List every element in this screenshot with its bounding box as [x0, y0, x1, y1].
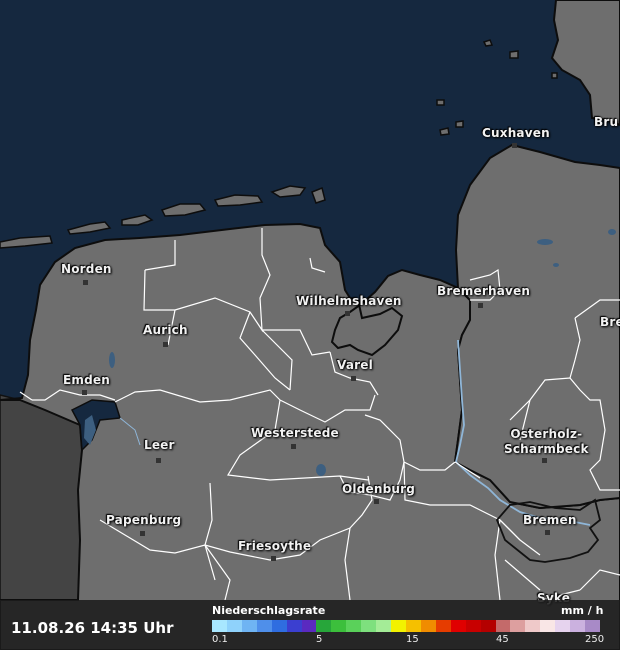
legend-swatch: [361, 620, 377, 632]
legend-tick: 15: [406, 634, 419, 645]
city-label-osterholz-line: Osterholz-: [510, 427, 583, 441]
legend-tick: 45: [496, 634, 509, 645]
city-label-cuxhaven: Cuxhaven: [482, 126, 550, 140]
city-marker-bremerhaven: [478, 303, 483, 308]
city-label-wilhelmshaven: Wilhelmshaven: [296, 294, 402, 308]
legend-swatch: [241, 620, 257, 632]
city-marker-aurich: [163, 342, 168, 347]
legend-swatch: [420, 620, 436, 632]
legend-swatch: [435, 620, 451, 632]
city-marker-oldenburg: [374, 499, 379, 504]
city-marker-varel: [351, 376, 356, 381]
city-label-papenburg: Papenburg: [106, 513, 182, 527]
legend-swatch: [540, 620, 556, 632]
legend-tick: 0.1: [212, 634, 228, 645]
city-marker-osterholz-scharmbeck: [542, 458, 547, 463]
legend-swatch: [376, 620, 392, 632]
precipitation-legend-bar: [212, 620, 600, 632]
legend-swatch: [405, 620, 421, 632]
legend-tick: 250: [585, 634, 605, 645]
legend-swatch: [480, 620, 496, 632]
city-marker-norden: [83, 280, 88, 285]
city-label-friesoythe: Friesoythe: [238, 539, 312, 553]
legend-swatch: [585, 620, 600, 632]
city-label-norden: Norden: [61, 262, 112, 276]
city-marker-friesoythe: [271, 556, 276, 561]
legend-tick: 5: [316, 634, 323, 645]
city-label-emden: Emden: [63, 373, 110, 387]
legend-swatch: [331, 620, 347, 632]
city-label-scharmbeck-line: Scharmbeck: [504, 442, 589, 456]
legend-swatch: [495, 620, 511, 632]
legend-swatch: [271, 620, 287, 632]
legend-swatch: [286, 620, 302, 632]
city-label-brunsbuettel: Bru: [594, 115, 619, 129]
city-label-aurich: Aurich: [143, 323, 188, 337]
city-marker-emden: [82, 390, 87, 395]
legend-swatch: [316, 620, 332, 632]
city-marker-bremen: [545, 530, 550, 535]
legend-swatch: [525, 620, 541, 632]
legend-swatch: [555, 620, 571, 632]
legend-swatch: [510, 620, 526, 632]
city-label-westerstede: Westerstede: [251, 426, 339, 440]
city-label-bremerhaven: Bremerhaven: [437, 284, 531, 298]
legend-swatch: [256, 620, 272, 632]
city-label-bremen: Bremen: [523, 513, 577, 527]
city-label-osterholz-scharmbeck: Osterholz- Scharmbeck: [504, 427, 589, 457]
legend-swatch: [212, 620, 227, 632]
city-label-varel: Varel: [337, 358, 373, 372]
legend-swatch: [301, 620, 317, 632]
timestamp: 11.08.26 14:35 Uhr: [11, 619, 174, 637]
legend-swatch: [450, 620, 466, 632]
legend-unit: mm / h: [561, 604, 604, 617]
legend-title: Niederschlagsrate: [212, 604, 326, 617]
city-label-leer: Leer: [144, 438, 175, 452]
weather-map: Cuxhaven Bremerhaven Norden Aurich Wilhe…: [0, 0, 620, 650]
netherlands-region: [0, 394, 83, 601]
city-marker-leer: [156, 458, 161, 463]
legend-swatch: [226, 620, 242, 632]
city-label-oldenburg: Oldenburg: [342, 482, 416, 496]
city-marker-wilhelmshaven: [345, 311, 350, 316]
city-marker-westerstede: [291, 444, 296, 449]
legend-swatch: [465, 620, 481, 632]
city-marker-papenburg: [140, 531, 145, 536]
legend-swatch: [391, 620, 406, 632]
city-marker-cuxhaven: [512, 143, 517, 148]
city-label-bremervoerde: Bre: [600, 315, 620, 329]
legend-swatch: [570, 620, 586, 632]
legend-swatch: [346, 620, 362, 632]
